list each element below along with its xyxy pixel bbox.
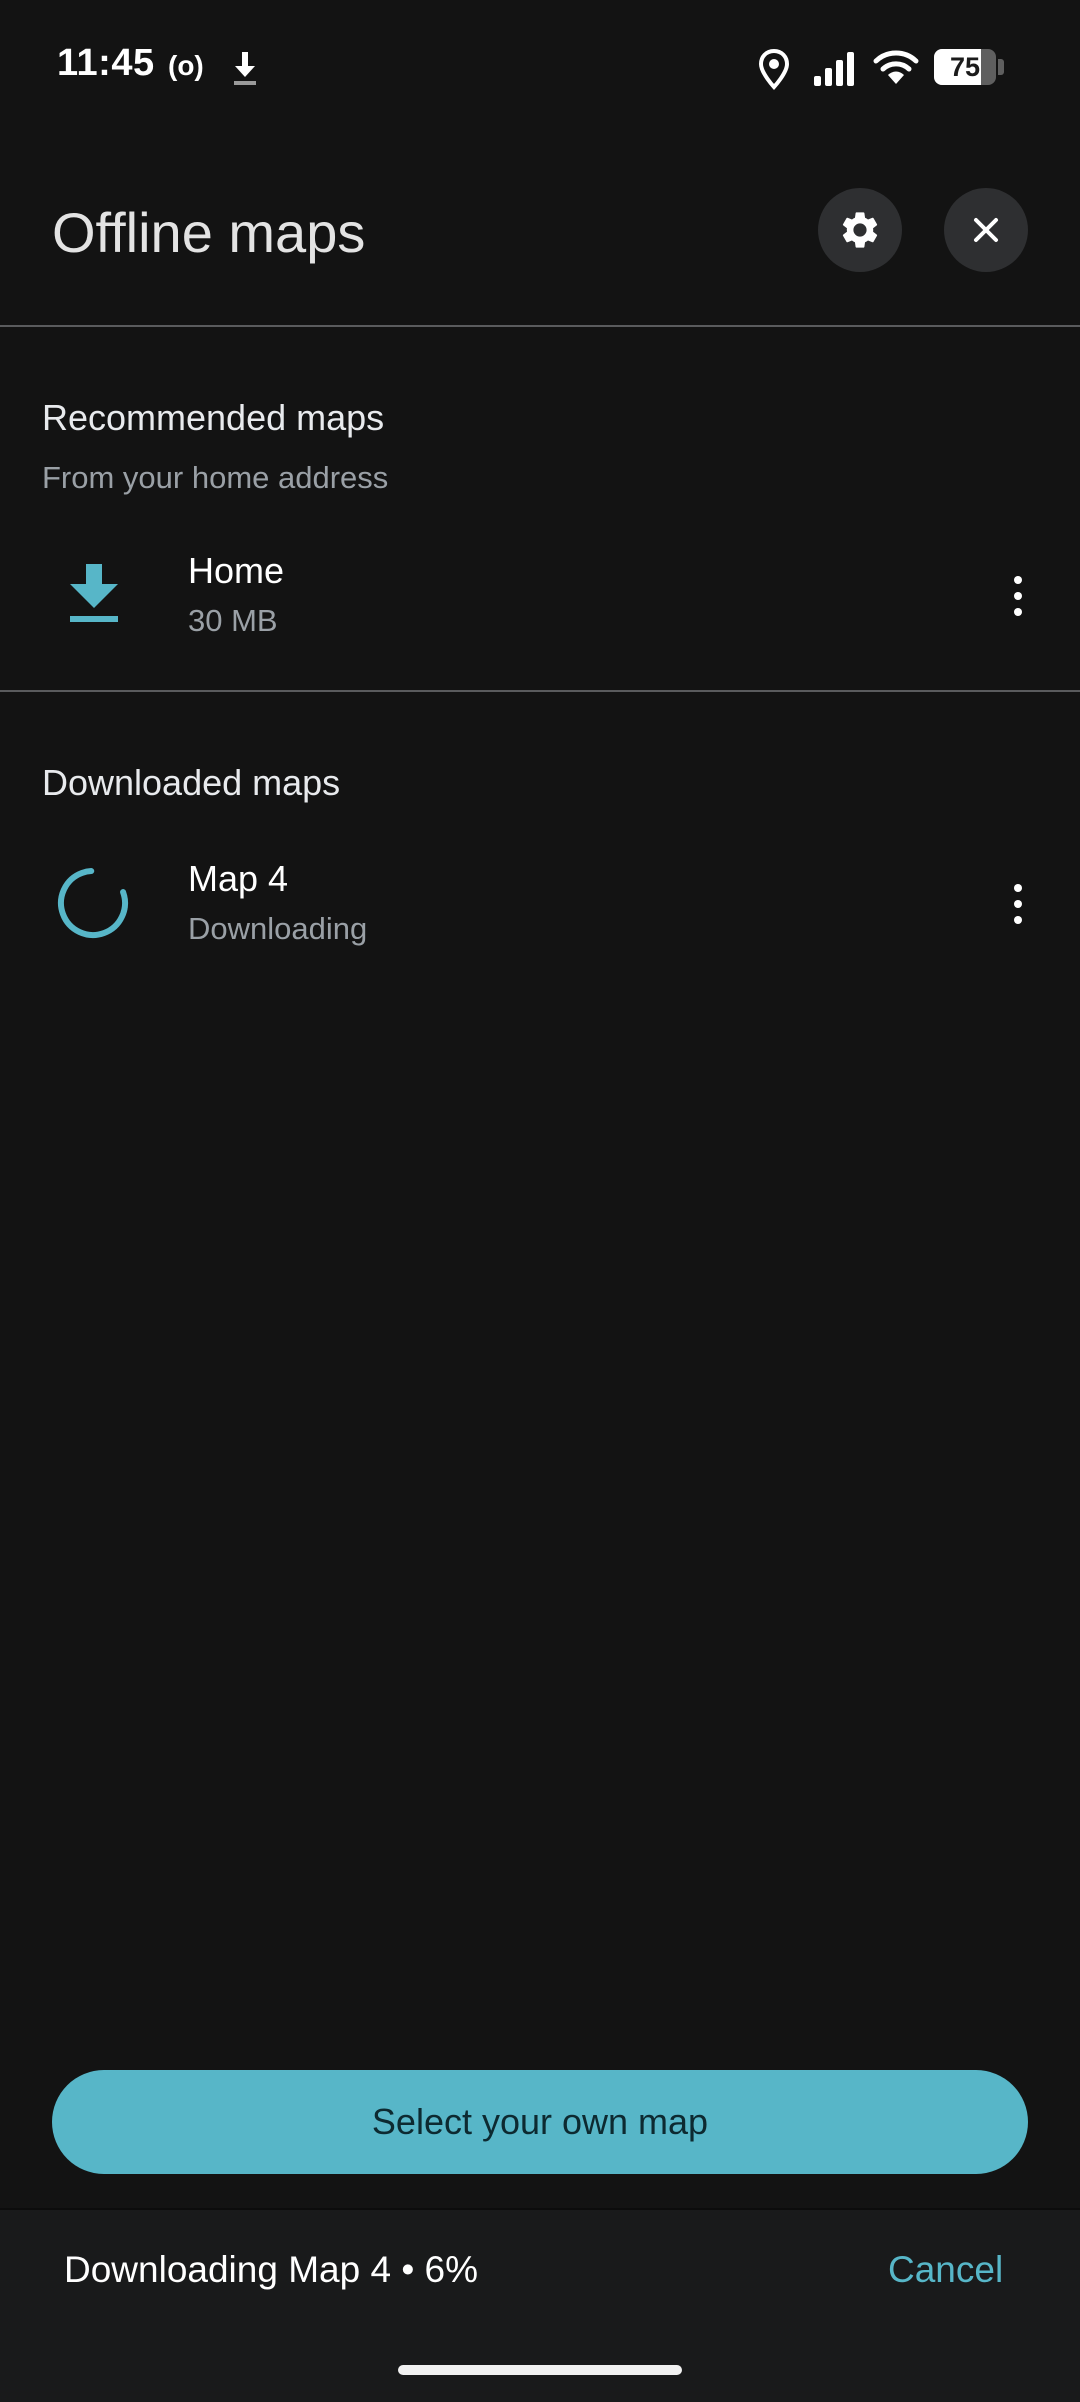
select-your-own-map-button[interactable]: Select your own map xyxy=(52,2070,1028,2174)
status-bar: 11:45 (o) 75 xyxy=(0,0,1080,130)
map-size: 30 MB xyxy=(188,603,278,638)
more-options-button[interactable] xyxy=(988,864,1048,944)
gear-icon xyxy=(842,212,878,248)
page-title: Offline maps xyxy=(52,201,366,264)
cancel-button[interactable]: Cancel xyxy=(888,2249,1003,2291)
signal-icon xyxy=(812,50,858,88)
battery-icon: 75 xyxy=(934,49,1006,85)
recommended-section-subtitle: From your home address xyxy=(42,460,389,495)
close-icon xyxy=(974,218,998,242)
battery-percent: 75 xyxy=(949,52,981,82)
map-status: Downloading xyxy=(188,911,368,946)
header-divider xyxy=(0,325,1080,327)
hotspot-icon: (o) xyxy=(168,50,204,81)
map-name: Home xyxy=(188,550,285,591)
status-time: 11:45 xyxy=(57,42,155,84)
download-progress-text: Downloading Map 4 • 6% xyxy=(64,2249,479,2290)
close-button[interactable] xyxy=(944,188,1028,272)
list-item-map-4[interactable]: Map 4 Downloading xyxy=(0,848,1080,968)
download-icon xyxy=(66,560,122,626)
spinner-icon xyxy=(56,866,130,940)
wifi-icon xyxy=(872,48,920,88)
settings-button[interactable] xyxy=(818,188,902,272)
recommended-section-title: Recommended maps xyxy=(42,397,385,438)
downloaded-section-title: Downloaded maps xyxy=(42,762,341,803)
location-icon xyxy=(757,48,791,90)
map-name: Map 4 xyxy=(188,858,289,899)
more-options-button[interactable] xyxy=(988,556,1048,636)
home-indicator[interactable] xyxy=(398,2365,682,2375)
download-icon xyxy=(230,48,260,88)
list-item-home[interactable]: Home 30 MB xyxy=(0,540,1080,660)
section-divider xyxy=(0,690,1080,692)
